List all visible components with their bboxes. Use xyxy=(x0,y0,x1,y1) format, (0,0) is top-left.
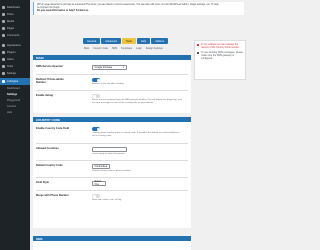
divider xyxy=(36,74,188,75)
subtab-design-settings[interactable]: Design Settings xyxy=(146,47,163,50)
sidebar-item-label: Pages xyxy=(7,27,15,30)
section-country-code: COUNTRY CODE Enable Country Code Field C… xyxy=(33,117,191,228)
side-info-panel: In the settings you can manage the optio… xyxy=(194,40,246,80)
side-info-text-1: In the settings you can manage the optio… xyxy=(201,43,240,49)
side-info-text-2: To use sending SMS messages, please make… xyxy=(201,51,243,60)
row-label: SMS Service Operator xyxy=(36,65,64,68)
sidebar-item-label: Users xyxy=(7,58,14,61)
sidebar-item-media[interactable]: Media xyxy=(0,18,30,25)
sidebar-item-pages[interactable]: Pages xyxy=(0,25,30,32)
sidebar-item-label: Tools xyxy=(7,65,14,68)
allowed-countries-select[interactable] xyxy=(92,147,127,152)
sidebar-item-label: Help xyxy=(7,111,13,114)
chevron-down-icon: ▼ xyxy=(122,66,125,69)
divider xyxy=(36,90,188,91)
bullet-icon xyxy=(197,51,199,54)
sidebar-item-label: Content xyxy=(7,105,17,108)
row-label: Field Style xyxy=(36,181,49,184)
bullet-icon xyxy=(197,43,199,46)
sub-tabs: Main Country Code SMS Templates Login De… xyxy=(84,47,163,50)
select-value: Google Firebase xyxy=(94,65,113,69)
row-description: Default country code for phone numbers. xyxy=(92,169,132,172)
sidebar-item-settings[interactable]: Settings xyxy=(0,70,30,77)
tab-help[interactable]: Help xyxy=(136,38,151,44)
section-sms-title: SMS xyxy=(33,236,191,241)
row-label: Enable debug xyxy=(36,94,54,97)
sidebar-item-label: Appearance xyxy=(7,44,21,47)
settings-tabs: General Advanced Tools Help Addons xyxy=(83,38,168,44)
admin-sidebar: Dashboard Posts Media Pages Comments Appearan… xyxy=(0,0,30,250)
tab-tools[interactable]: Tools xyxy=(121,38,136,44)
sidebar-item-ai-engine[interactable]: AI Engine xyxy=(0,78,30,85)
sidebar-item-posts[interactable]: Posts xyxy=(0,11,30,18)
row-description: Shows service response from the SMS oper… xyxy=(92,99,182,104)
field-style-select[interactable]: Select One xyxy=(92,180,106,187)
row-label: Allowed Countries xyxy=(36,147,59,150)
notice-line-1: [ZTU] Large dimensions [of help as expec… xyxy=(37,3,219,6)
menu-icon xyxy=(2,13,5,16)
menu-icon xyxy=(2,51,5,54)
row-label: Redirect If Auto-admin Number xyxy=(36,78,64,85)
row-description: Country phone number prefix is country c… xyxy=(92,132,180,137)
menu-icon xyxy=(2,65,5,68)
divider xyxy=(36,143,188,144)
sidebar-item-dashboard[interactable]: Dashboard xyxy=(0,4,30,11)
row-description: Redirect to the site after sending. xyxy=(92,83,125,85)
subtab-country-code[interactable]: Country Code xyxy=(93,47,108,50)
redirect-toggle[interactable] xyxy=(92,78,100,82)
debug-toggle[interactable] xyxy=(92,94,100,98)
menu-icon xyxy=(2,6,5,9)
default-country-select[interactable]: Cambodia + ▼ xyxy=(92,164,110,169)
sidebar-item-label: Dashboard xyxy=(7,87,20,90)
menu-icon xyxy=(2,27,5,30)
subtab-main[interactable]: Main xyxy=(84,47,89,50)
sidebar-item-label: Comments xyxy=(7,34,20,37)
section-main: MAIN SMS Service Operator Google Firebas… xyxy=(33,55,191,113)
sidebar-item-appearance[interactable]: Appearance xyxy=(0,42,30,49)
sidebar-item-label: Dashboard xyxy=(7,6,20,9)
sidebar-item-label: Media xyxy=(7,20,15,23)
divider xyxy=(36,177,188,178)
notice-line-3: Do you need information or help? Contact… xyxy=(37,9,89,12)
sidebar-item-label: Playground xyxy=(7,99,21,102)
menu-icon xyxy=(2,58,5,61)
tab-addons[interactable]: Addons xyxy=(151,38,168,44)
sidebar-item-label: Settings xyxy=(7,72,17,75)
subtab-templates[interactable]: Templates xyxy=(121,47,132,50)
row-description: Store with 'native' user 'id' flag. xyxy=(92,199,122,201)
sms-operator-select[interactable]: Google Firebase ▼ xyxy=(92,65,127,70)
divider xyxy=(36,190,188,191)
menu-icon xyxy=(2,72,5,75)
menu-icon xyxy=(2,80,5,83)
sidebar-item-plugins[interactable]: Plugins xyxy=(0,49,30,56)
sidebar-item-label: Settings xyxy=(7,93,18,96)
select-value: Select One xyxy=(94,180,102,187)
sidebar-item-tools[interactable]: Tools xyxy=(0,63,30,70)
divider xyxy=(36,160,188,161)
menu-icon xyxy=(2,44,5,47)
row-label: Merge with Phone Number xyxy=(36,194,69,197)
menu-icon xyxy=(2,20,5,23)
sidebar-item-users[interactable]: Users xyxy=(0,56,30,63)
row-description: Leave empty to allow all countries. xyxy=(92,152,126,155)
tab-advanced[interactable]: Advanced xyxy=(101,38,121,44)
tab-general[interactable]: General xyxy=(83,38,101,44)
sidebar-item-help[interactable]: Help xyxy=(0,109,30,116)
merge-phone-toggle[interactable] xyxy=(92,194,100,198)
country-code-toggle[interactable] xyxy=(92,127,100,131)
row-label: Enable Country Code Field xyxy=(36,127,70,130)
sidebar-item-label: Posts xyxy=(7,13,14,16)
section-country-title: COUNTRY CODE xyxy=(33,117,191,122)
sidebar-item-label: AI Engine xyxy=(7,80,19,83)
subtab-login[interactable]: Login xyxy=(136,47,142,50)
chevron-down-icon: ▼ xyxy=(105,165,108,168)
subtab-sms[interactable]: SMS xyxy=(112,47,117,50)
sidebar-item-comments[interactable]: Comments xyxy=(0,32,30,39)
sidebar-item-label: Plugins xyxy=(7,51,16,54)
admin-notice: [ZTU] Large dimensions [of help as expec… xyxy=(33,2,244,15)
section-sms: SMS xyxy=(33,236,191,250)
section-main-title: MAIN xyxy=(33,55,191,60)
row-label: Default Country Code xyxy=(36,164,63,167)
menu-icon xyxy=(2,34,5,37)
